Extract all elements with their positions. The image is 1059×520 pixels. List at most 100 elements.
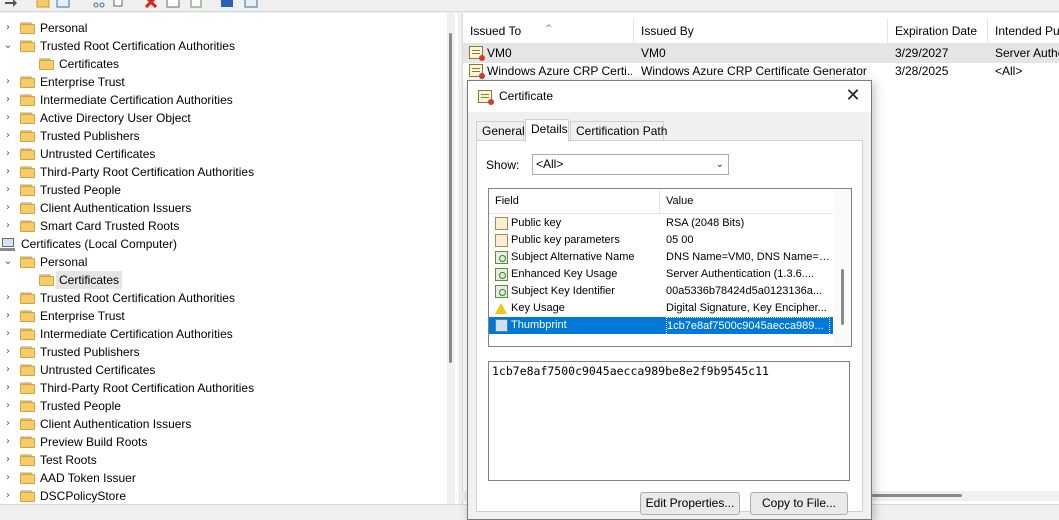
tree-item[interactable]: › Client Authentication Issuers xyxy=(0,199,447,217)
chevron-right-icon[interactable]: › xyxy=(2,343,14,361)
fields-scrollbar[interactable] xyxy=(834,189,851,346)
chevron-right-icon[interactable]: › xyxy=(2,181,14,199)
folder-up-icon[interactable] xyxy=(36,0,50,8)
show-dropdown[interactable]: <All> ⌄ xyxy=(532,154,729,175)
chevron-right-icon[interactable]: › xyxy=(2,73,14,91)
show-hide-tree-icon[interactable] xyxy=(56,0,70,8)
chevron-right-icon[interactable]: › xyxy=(2,109,14,127)
cut-icon[interactable] xyxy=(92,0,106,8)
field-row[interactable]: Subject Key Identifier 00a5336b78424d5a01… xyxy=(489,283,833,300)
chevron-right-icon[interactable]: › xyxy=(2,361,14,379)
tree-item[interactable]: › Enterprise Trust xyxy=(0,73,447,91)
tree-item[interactable]: Certificates xyxy=(0,55,447,73)
forward-icon[interactable] xyxy=(4,0,18,8)
tree-item[interactable]: › Trusted Root Certification Authorities xyxy=(0,289,447,307)
chevron-right-icon[interactable]: › xyxy=(2,415,14,433)
folder-icon xyxy=(20,220,35,232)
tree-item[interactable]: › Trusted Publishers xyxy=(0,343,447,361)
field-row[interactable]: Public key RSA (2048 Bits) xyxy=(489,215,833,232)
chevron-right-icon[interactable]: › xyxy=(2,307,14,325)
field-row[interactable]: Enhanced Key Usage Server Authentication … xyxy=(489,266,833,283)
list-row[interactable]: VM0 VM0 3/29/2027 Server Authe xyxy=(463,43,1059,63)
column-issued-by[interactable]: Issued By xyxy=(634,18,888,44)
chevron-right-icon[interactable]: › xyxy=(2,91,14,109)
chevron-right-icon[interactable]: › xyxy=(2,433,14,451)
chevron-right-icon[interactable]: › xyxy=(2,397,14,415)
tree-item[interactable]: › Intermediate Certification Authorities xyxy=(0,325,447,343)
field-value: Digital Signature, Key Encipher... xyxy=(666,302,827,314)
chevron-right-icon[interactable]: › xyxy=(2,451,14,469)
column-intended-purposes[interactable]: Intended Pu xyxy=(988,18,1059,44)
properties-icon[interactable] xyxy=(166,0,180,8)
tree-scroll-thumb[interactable] xyxy=(449,33,452,363)
field-value-textbox[interactable]: 1cb7e8af7500c9045aecca989be8e2f9b9545c11 xyxy=(488,361,850,481)
chevron-right-icon[interactable]: › xyxy=(2,325,14,343)
tree-item[interactable]: › Client Authentication Issuers xyxy=(0,415,447,433)
extension-icon xyxy=(495,251,508,264)
tab-general[interactable]: General xyxy=(476,121,525,141)
tree-item[interactable]: › Third-Party Root Certification Authorit… xyxy=(0,163,447,181)
tree-item-label: Trusted People xyxy=(40,399,121,413)
field-row[interactable]: Thumbprint 1cb7e8af7500c9045aecca989... xyxy=(489,317,833,336)
tree-item[interactable]: › Trusted People xyxy=(0,397,447,415)
tree-item[interactable]: › Smart Card Trusted Roots xyxy=(0,217,447,235)
chevron-right-icon[interactable]: › xyxy=(2,163,14,181)
chevron-right-icon[interactable]: › xyxy=(2,199,14,217)
tree-item[interactable]: › Trusted Publishers xyxy=(0,127,447,145)
tree-item[interactable]: › Untrusted Certificates xyxy=(0,145,447,163)
chevron-right-icon[interactable]: › xyxy=(2,379,14,397)
tree-scrollbar[interactable] xyxy=(447,13,455,504)
fields-scroll-thumb[interactable] xyxy=(841,269,844,325)
tree-item[interactable]: › DSCPolicyStore xyxy=(0,487,447,504)
list-row[interactable]: Windows Azure CRP Certi... Windows Azure… xyxy=(463,61,1059,81)
tree-item[interactable]: Certificates xyxy=(0,271,447,289)
extension-icon xyxy=(495,268,508,281)
tab-certification-path[interactable]: Certification Path xyxy=(570,121,667,141)
field-row[interactable]: Key Usage Digital Signature, Key Encipher… xyxy=(489,300,833,317)
chevron-right-icon[interactable]: › xyxy=(2,487,14,504)
list-scroll-thumb[interactable] xyxy=(872,494,962,497)
tree-item[interactable]: › Personal xyxy=(0,19,447,37)
chevron-right-icon[interactable]: › xyxy=(2,289,14,307)
show-dropdown-value: <All> xyxy=(536,157,564,171)
tab-details[interactable]: Details xyxy=(525,119,569,142)
copy-to-file-button[interactable]: Copy to File... xyxy=(750,492,848,515)
tree-item[interactable]: › Preview Build Roots xyxy=(0,433,447,451)
chevron-right-icon[interactable]: › xyxy=(2,469,14,487)
tree-item[interactable]: ⌄ Personal xyxy=(0,253,447,271)
field-row[interactable]: Subject Alternative Name DNS Name=VM0, DN… xyxy=(489,249,833,266)
tree-item[interactable]: ⌄ Trusted Root Certification Authorities xyxy=(0,37,447,55)
tree-item[interactable]: › Active Directory User Object xyxy=(0,109,447,127)
tree-item[interactable]: › Test Roots xyxy=(0,451,447,469)
tree-item[interactable]: › Intermediate Certification Authorities xyxy=(0,91,447,109)
copy-icon[interactable] xyxy=(112,0,126,8)
chevron-right-icon[interactable]: › xyxy=(2,217,14,235)
tree-item[interactable]: › AAD Token Issuer xyxy=(0,469,447,487)
tree-item[interactable]: › Trusted People xyxy=(0,181,447,199)
delete-icon[interactable] xyxy=(144,0,158,9)
column-issued-by-label: Issued By xyxy=(641,24,694,38)
column-issued-to[interactable]: Issued To ^ xyxy=(463,18,634,44)
chevron-right-icon[interactable]: › xyxy=(2,127,14,145)
action-pane-icon[interactable] xyxy=(244,0,258,8)
chevron-right-icon[interactable]: › xyxy=(2,145,14,163)
close-icon[interactable]: ✕ xyxy=(843,86,863,106)
column-expiration[interactable]: Expiration Date xyxy=(888,18,988,44)
field-row[interactable]: Public key parameters 05 00 xyxy=(489,232,833,249)
tree-item[interactable]: › Third-Party Root Certification Authorit… xyxy=(0,379,447,397)
chevron-down-icon[interactable]: ⌄ xyxy=(2,37,14,55)
field-value: Server Authentication (1.3.6.... xyxy=(666,268,814,280)
dialog-title-bar[interactable]: Certificate ✕ xyxy=(468,81,871,112)
tree-item[interactable]: › Enterprise Trust xyxy=(0,307,447,325)
edit-properties-button[interactable]: Edit Properties... xyxy=(640,492,740,515)
tree-item[interactable]: Certificates (Local Computer) xyxy=(0,235,447,253)
chevron-right-icon[interactable]: › xyxy=(2,19,14,37)
field-name: Public key xyxy=(511,217,562,229)
tree-item[interactable]: › Untrusted Certificates xyxy=(0,361,447,379)
export-list-icon[interactable] xyxy=(190,0,204,8)
chevron-down-icon[interactable]: ⌄ xyxy=(2,253,14,271)
column-field[interactable]: Field xyxy=(489,189,660,214)
folder-icon xyxy=(20,382,35,394)
column-value[interactable]: Value xyxy=(660,189,833,214)
help-icon[interactable] xyxy=(220,0,234,8)
